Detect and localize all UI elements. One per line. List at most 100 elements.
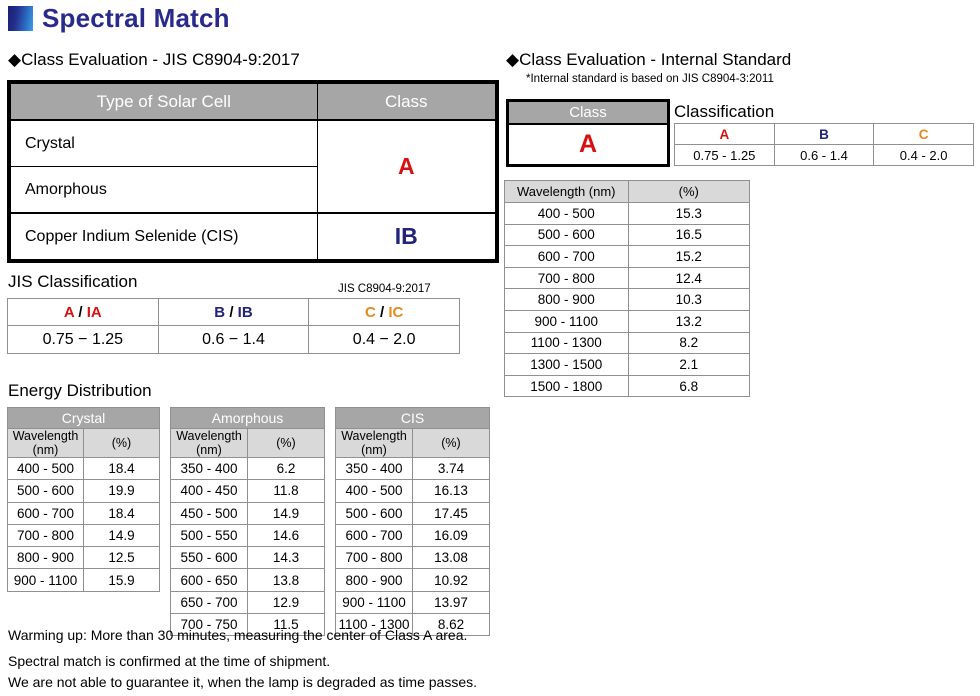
table-header-row: Class: [509, 102, 667, 125]
internal-class-header: Class: [509, 102, 667, 125]
energy-table-crystal: Crystal Wavelength (nm) (%) 400 - 500 18.4 50…: [7, 407, 160, 592]
col-header-percent: (%): [83, 428, 160, 458]
cell-percent: 13.97: [412, 590, 490, 615]
table-row: 400 - 450 11.8: [170, 479, 325, 503]
table-group-header-row: Crystal: [7, 407, 160, 429]
energy-distribution-label: Energy Distribution: [8, 381, 152, 400]
table-row: 800 - 900 10.92: [335, 568, 490, 592]
jis-code-c: C: [364, 303, 376, 321]
table-row: 500 - 600 19.9: [7, 479, 160, 503]
table-header-row: A / IA B / IB C / IC: [7, 298, 460, 326]
cell-wavelength: 500 - 600: [504, 223, 629, 247]
cell-wavelength: 600 - 650: [170, 568, 248, 592]
table-row: 600 - 700 18.4: [7, 501, 160, 525]
page-title-bar: Spectral Match: [8, 4, 230, 32]
energy-table-cis: CIS Wavelength (nm) (%) 350 - 400 3.74 400 - …: [335, 407, 490, 637]
table-row: 350 - 400 6.2: [170, 456, 325, 481]
cell-percent: 19.9: [83, 479, 160, 503]
table-header-row: Type of Solar Cell Class: [10, 83, 497, 121]
table-header-row: Wavelength (nm) (%): [504, 180, 750, 203]
energy-table-amorphous: Amorphous Wavelength (nm) (%) 350 - 400 6.2 4…: [170, 407, 325, 637]
cell-percent: 14.6: [247, 523, 325, 548]
footer-line-3: We are not able to guarantee it, when th…: [8, 674, 478, 690]
cell-percent: 14.9: [83, 523, 160, 548]
jis-col-header-a: A / IA: [7, 298, 159, 326]
table-row: 650 - 700 12.9: [170, 590, 325, 615]
table-row: A: [509, 124, 667, 164]
jis-sep: /: [78, 303, 83, 321]
jis-code-a: A: [63, 303, 75, 321]
cell-percent: 15.2: [627, 245, 750, 268]
jis-code-b: B: [214, 303, 226, 321]
page-title: Spectral Match: [42, 3, 230, 33]
internal-standard-note: *Internal standard is based on JIS C8904…: [526, 73, 774, 85]
table-row: 600 - 700 15.2: [504, 245, 750, 268]
jis-sep: /: [379, 303, 385, 321]
classification-code-c: C: [873, 123, 974, 145]
table-row: 1500 - 1800 6.8: [504, 374, 750, 398]
energy-group-name: Amorphous: [170, 407, 325, 429]
table-row: 600 - 700 16.09: [335, 523, 490, 548]
cell-wavelength: 450 - 500: [170, 501, 248, 525]
cell-percent: 13.08: [412, 546, 490, 570]
table-row: 1300 - 1500 2.1: [504, 353, 750, 376]
table-row: 700 - 800 14.9: [7, 523, 160, 548]
table-row: 500 - 550 14.6: [170, 523, 325, 548]
cell-wavelength: 350 - 400: [335, 456, 413, 481]
table-row: 800 - 900 12.5: [7, 546, 160, 570]
cell-wavelength: 900 - 1100: [335, 590, 413, 615]
cell-wavelength: 800 - 900: [504, 288, 629, 311]
table-row: 400 - 500 18.4: [7, 456, 160, 481]
cell-wavelength: 1300 - 1500: [504, 353, 629, 376]
col-header-type: Type of Solar Cell: [10, 83, 318, 121]
cell-percent: 15.9: [83, 568, 160, 592]
col-header-wavelength: Wavelength (nm): [504, 180, 629, 203]
jis-sep: /: [229, 303, 234, 321]
table-row: 0.75 - 1.25 0.6 - 1.4 0.4 - 2.0: [674, 144, 974, 166]
cell-class-a: A: [316, 119, 497, 214]
cell-wavelength: 1100 - 1300: [504, 331, 629, 355]
internal-class-value: A: [509, 124, 667, 164]
cell-wavelength: 600 - 700: [504, 245, 629, 268]
table-row: 550 - 600 14.3: [170, 546, 325, 570]
table-row: 450 - 500 14.9: [170, 501, 325, 525]
cell-wavelength: 800 - 900: [7, 546, 84, 570]
solar-cell-class-table: Type of Solar Cell Class Crystal A Amorp…: [7, 80, 499, 263]
cell-percent: 13.2: [627, 309, 750, 333]
table-group-header-row: CIS: [335, 407, 490, 429]
energy-group-name: Crystal: [7, 407, 160, 429]
table-header-row: A B C: [674, 123, 974, 145]
col-header-wavelength: Wavelength (nm): [170, 428, 248, 458]
jis-code-ia: IA: [86, 303, 102, 321]
cell-percent: 18.4: [83, 501, 160, 525]
table-row: 500 - 600 17.45: [335, 501, 490, 525]
cell-wavelength: 700 - 800: [504, 266, 629, 290]
jis-code-ib: IB: [237, 303, 253, 321]
internal-class-box: Class A: [506, 99, 670, 167]
cell-wavelength: 800 - 900: [335, 568, 413, 592]
brand-logo-icon: [8, 5, 33, 31]
cell-wavelength: 400 - 500: [335, 479, 413, 503]
cell-percent: 16.13: [412, 479, 490, 503]
cell-percent: 11.8: [247, 479, 325, 503]
classification-code-a: A: [674, 123, 775, 145]
cell-wavelength: 900 - 1100: [504, 309, 629, 333]
jis-col-header-b: B / IB: [157, 298, 310, 326]
jis-code-ic: IC: [388, 303, 404, 321]
table-row: 900 - 1100 13.97: [335, 590, 490, 615]
col-header-wavelength: Wavelength (nm): [335, 428, 413, 458]
cell-percent: 18.4: [83, 456, 160, 481]
classification-range-c: 0.4 - 2.0: [873, 144, 974, 166]
table-row: 700 - 800 13.08: [335, 546, 490, 570]
cell-wavelength: 500 - 600: [335, 501, 413, 525]
right-section-heading: ◆Class Evaluation - Internal Standard: [506, 50, 792, 69]
table-row: 800 - 900 10.3: [504, 288, 750, 311]
cell-wavelength: 650 - 700: [170, 590, 248, 615]
table-header-row: Wavelength (nm) (%): [170, 428, 325, 458]
col-header-percent: (%): [247, 428, 325, 458]
cell-percent: 2.1: [627, 353, 750, 376]
cell-type-cis: Copper Indium Selenide (CIS): [10, 212, 318, 260]
table-row: 400 - 500 15.3: [504, 202, 750, 225]
col-header-percent: (%): [627, 180, 750, 203]
table-row: 0.75 − 1.25 0.6 − 1.4 0.4 − 2.0: [7, 325, 460, 354]
